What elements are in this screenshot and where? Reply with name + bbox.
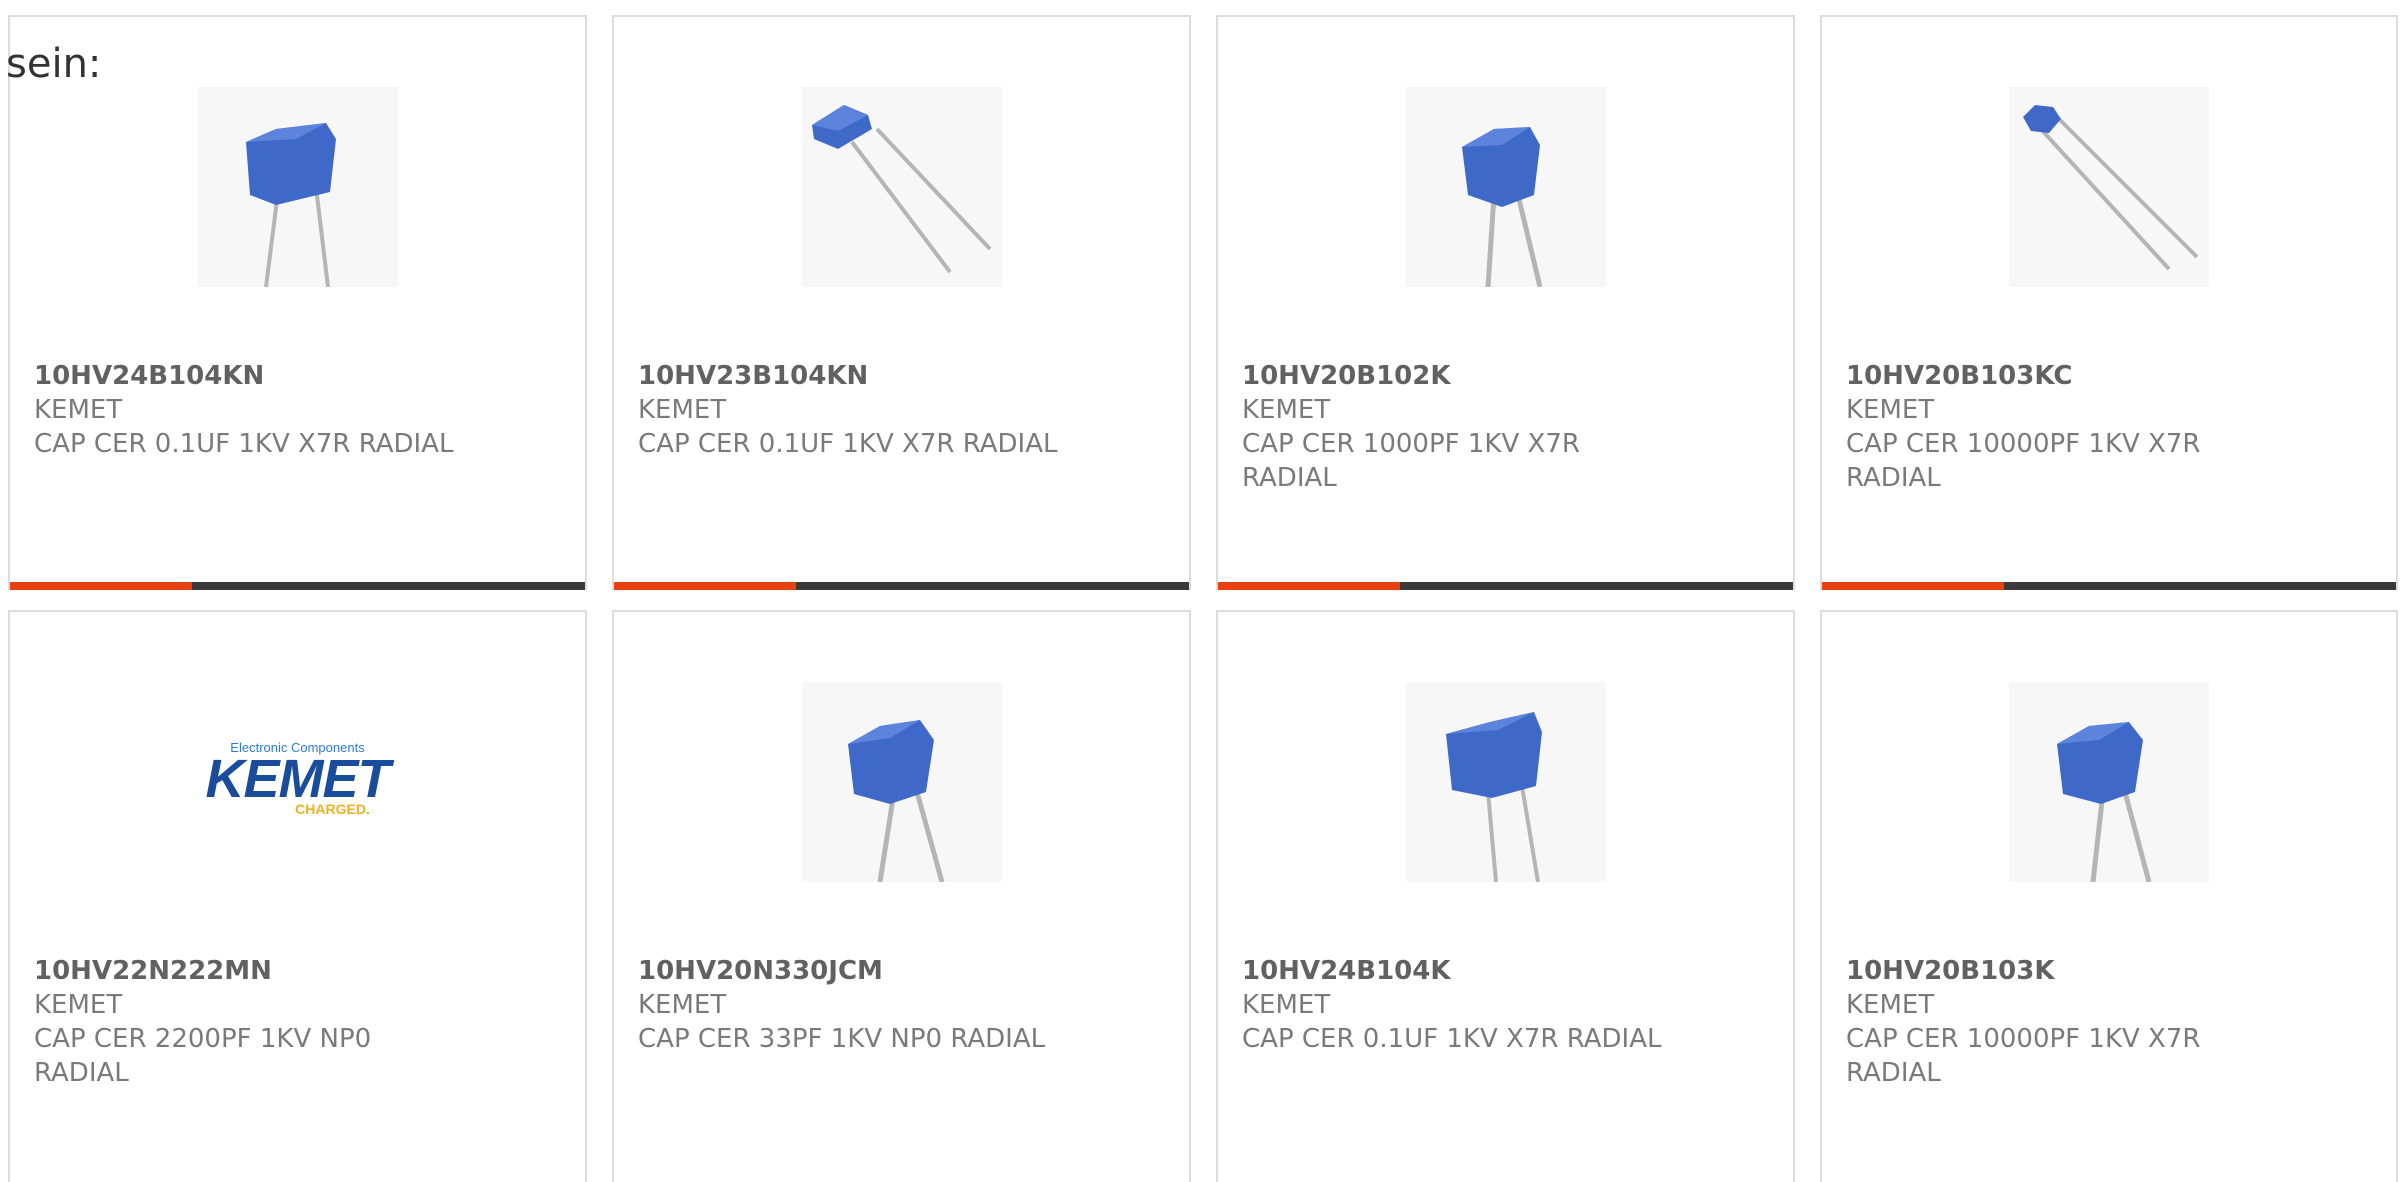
part-number[interactable]: 10HV20B103K (1846, 954, 2372, 988)
product-description: CAP CER 0.1UF 1KV X7R RADIAL (638, 429, 1058, 459)
manufacturer: KEMET (1242, 395, 1331, 425)
capacitor-square-icon (245, 123, 336, 287)
part-number[interactable]: 10HV20B102K (1242, 359, 1769, 393)
card-progress-accent (10, 582, 192, 590)
manufacturer: KEMET (34, 990, 123, 1020)
manufacturer: KEMET (1846, 990, 1935, 1020)
part-number[interactable]: 10HV22N222MN (34, 954, 561, 988)
card-progress-accent (614, 582, 796, 590)
product-description: CAP CER 10000PF 1KV X7R RADIAL (1846, 429, 2201, 493)
part-number[interactable]: 10HV20N330JCM (638, 954, 1165, 988)
product-image[interactable] (801, 682, 1002, 882)
manufacturer: KEMET (1242, 990, 1331, 1020)
part-number[interactable]: 10HV24B104K (1242, 954, 1769, 988)
product-card[interactable]: 10HV20B103KC KEMET CAP CER 10000PF 1KV X… (1820, 15, 2398, 590)
product-description: CAP CER 0.1UF 1KV X7R RADIAL (1242, 1024, 1662, 1054)
manufacturer: KEMET (34, 395, 123, 425)
card-progress-bar (1822, 582, 2396, 590)
capacitor-square-icon (1445, 712, 1542, 882)
product-description: CAP CER 10000PF 1KV X7R RADIAL (1846, 1024, 2201, 1088)
product-image[interactable] (197, 87, 398, 287)
product-image[interactable] (2009, 682, 2209, 882)
card-progress-bar (614, 582, 1189, 590)
product-description: CAP CER 33PF 1KV NP0 RADIAL (638, 1024, 1046, 1054)
capacitor-angled-icon (811, 105, 991, 274)
product-description: CAP CER 1000PF 1KV X7R RADIAL (1242, 429, 1580, 493)
part-number[interactable]: 10HV23B104KN (638, 359, 1165, 393)
intro-text: sein: (6, 41, 102, 87)
capacitor-square-icon (847, 720, 944, 882)
product-image[interactable] (801, 87, 1002, 287)
card-progress-bar (10, 582, 585, 590)
part-number[interactable]: 10HV24B104KN (34, 359, 561, 393)
logo-brand: KEMET (205, 749, 391, 809)
product-description: CAP CER 0.1UF 1KV X7R RADIAL (34, 429, 454, 459)
card-progress-bar (1218, 582, 1793, 590)
product-card[interactable]: 10HV20B102K KEMET CAP CER 1000PF 1KV X7R… (1216, 15, 1795, 590)
product-description: CAP CER 2200PF 1KV NP0 RADIAL (34, 1024, 372, 1088)
product-card[interactable]: 10HV24B104K KEMET CAP CER 0.1UF 1KV X7R … (1216, 610, 1795, 1182)
manufacturer: KEMET (1846, 395, 1935, 425)
product-image[interactable] (2009, 87, 2209, 287)
product-grid: 10HV24B104KN KEMET CAP CER 0.1UF 1KV X7R… (8, 15, 2400, 1182)
part-number[interactable]: 10HV20B103KC (1846, 359, 2372, 393)
product-card[interactable]: 10HV23B104KN KEMET CAP CER 0.1UF 1KV X7R… (612, 15, 1191, 590)
product-image[interactable] (1405, 682, 1606, 882)
product-card[interactable]: Electronic Components KEMET CHARGED. 10H… (8, 610, 587, 1182)
manufacturer: KEMET (638, 395, 727, 425)
product-card[interactable]: 10HV20N330JCM KEMET CAP CER 33PF 1KV NP0… (612, 610, 1191, 1182)
product-card[interactable]: 10HV24B104KN KEMET CAP CER 0.1UF 1KV X7R… (8, 15, 587, 590)
product-image[interactable] (1405, 87, 1606, 287)
capacitor-square-icon (1461, 127, 1542, 287)
manufacturer: KEMET (638, 990, 727, 1020)
product-card[interactable]: 10HV20B103K KEMET CAP CER 10000PF 1KV X7… (1820, 610, 2398, 1182)
card-progress-accent (1822, 582, 2004, 590)
capacitor-square-icon (2057, 722, 2152, 882)
card-progress-accent (1218, 582, 1400, 590)
capacitor-small-angled-icon (2023, 105, 2199, 271)
kemet-logo[interactable]: Electronic Components KEMET CHARGED. (198, 740, 398, 830)
